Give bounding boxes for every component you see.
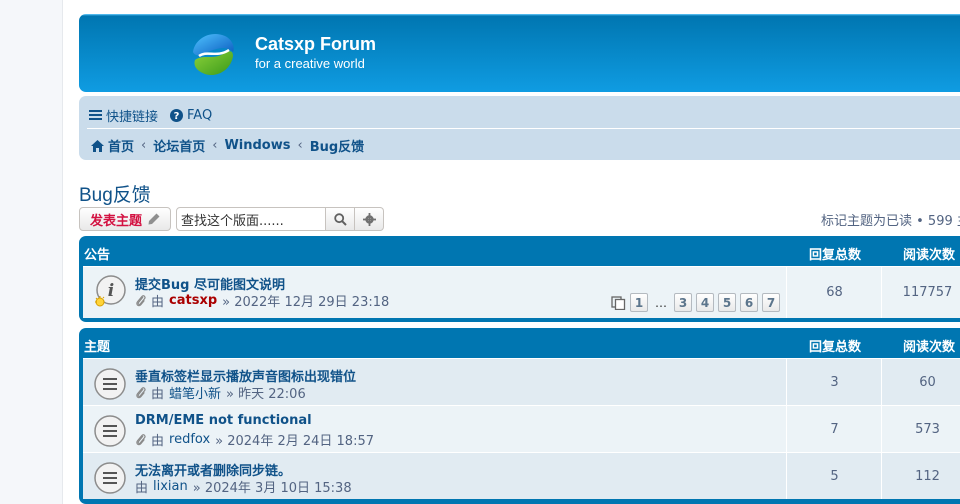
page-link[interactable]: 4	[696, 293, 714, 312]
search-icon	[333, 212, 347, 226]
by-label: 由	[135, 481, 149, 496]
topic-title-link[interactable]: DRM/EME not functional	[135, 413, 312, 428]
gear-icon	[362, 212, 376, 226]
quick-links-menu[interactable]: 快捷链接	[89, 106, 158, 125]
topic-read-icon	[94, 415, 126, 447]
new-topic-button[interactable]: 发表主题	[79, 207, 171, 231]
topic-row: DRM/EME not functional 由 redfox » 2024年 …	[83, 405, 960, 452]
hamburger-icon	[89, 110, 102, 120]
page-link[interactable]: 3	[674, 293, 692, 312]
breadcrumb-windows[interactable]: Windows	[224, 138, 290, 153]
chevron-left-icon: ‹	[297, 138, 303, 153]
svg-text:i: i	[108, 281, 114, 301]
topic-time: » 2024年 3月 10日 15:38	[192, 481, 352, 496]
replies-count: 5	[786, 453, 882, 499]
site-title[interactable]: Catsxp Forum	[255, 34, 376, 55]
topic-time: » 昨天 22:06	[226, 387, 306, 402]
replies-count: 68	[786, 267, 882, 318]
paperclip-icon	[136, 387, 146, 399]
quick-links-label: 快捷链接	[106, 109, 159, 125]
views-count: 573	[881, 406, 960, 452]
topics-panel: 主题 回复总数 阅读次数 垂直标签栏显示播放声音图标出现错位 由 蜡笔小新 » …	[79, 328, 960, 504]
chevron-left-icon: ‹	[212, 138, 218, 153]
announcement-topic-icon: i	[95, 275, 126, 307]
page-link[interactable]: 1	[630, 293, 648, 312]
topic-author-link[interactable]: lixian	[153, 479, 188, 494]
topic-meta: 由 redfox » 2024年 2月 24日 18:57	[135, 430, 374, 449]
page-wrapper: Catsxp Forum for a creative world 快捷链接 ?…	[62, 0, 960, 504]
views-column-header: 阅读次数	[903, 340, 956, 355]
topic-author-link[interactable]: catsxp	[169, 293, 217, 308]
breadcrumb: 首页 ‹ 论坛首页 ‹ Windows ‹ Bug反馈	[91, 136, 364, 155]
topic-meta: 由 lixian » 2024年 3月 10日 15:38	[135, 477, 352, 496]
replies-count: 7	[786, 406, 882, 452]
new-topic-label: 发表主题	[89, 213, 142, 229]
views-count: 60	[881, 359, 960, 405]
topic-author-link[interactable]: 蜡笔小新	[169, 383, 221, 402]
page-link[interactable]: 6	[740, 293, 758, 312]
topic-pagination: 1 … 3 4 5 6 7	[611, 293, 780, 312]
pages-icon	[611, 295, 626, 310]
topic-meta: 由 蜡笔小新 » 昨天 22:06	[135, 383, 306, 402]
search-button[interactable]	[326, 207, 355, 231]
navbar: 快捷链接 ? FAQ 首页 ‹ 论坛首页 ‹ Windows ‹ Bug反馈	[79, 96, 960, 160]
by-label: 由	[151, 295, 165, 310]
announcements-heading: 公告	[84, 248, 111, 263]
forum-search	[176, 207, 384, 231]
views-column-header: 阅读次数	[903, 248, 956, 263]
page-link[interactable]: 7	[762, 293, 780, 312]
breadcrumb-home-label: 首页	[108, 140, 135, 155]
topic-read-icon	[94, 368, 126, 400]
forum-title[interactable]: Bug反馈	[79, 180, 151, 207]
page-ellipsis: …	[655, 295, 667, 310]
topic-author-link[interactable]: redfox	[169, 432, 210, 447]
breadcrumb-board-index[interactable]: 论坛首页	[153, 136, 205, 155]
site-logo-icon[interactable]	[189, 30, 237, 78]
site-header: Catsxp Forum for a creative world	[79, 14, 960, 92]
views-count: 112	[881, 453, 960, 499]
navbar-divider	[87, 128, 960, 129]
topic-time: » 2024年 2月 24日 18:57	[215, 434, 375, 449]
mark-topics-read-link[interactable]: 标记主题为已读 • 599 主	[821, 210, 960, 229]
breadcrumb-bug-report[interactable]: Bug反馈	[310, 136, 364, 155]
pencil-icon	[148, 213, 160, 225]
site-description: for a creative world	[255, 56, 365, 71]
search-input[interactable]	[176, 207, 326, 231]
by-label: 由	[151, 434, 165, 449]
announcements-panel: 公告 回复总数 阅读次数 i 提交Bug 尽可能图文说明 由 catsxp » …	[79, 236, 960, 322]
paperclip-icon	[136, 434, 146, 446]
by-label: 由	[151, 387, 165, 402]
page-link[interactable]: 5	[718, 293, 736, 312]
breadcrumb-home[interactable]: 首页	[91, 136, 134, 155]
replies-column-header: 回复总数	[809, 248, 862, 263]
announcement-row: i 提交Bug 尽可能图文说明 由 catsxp » 2022年 12月 29日…	[83, 266, 960, 318]
question-circle-icon: ?	[170, 108, 184, 122]
topics-heading: 主题	[84, 340, 111, 355]
faq-link[interactable]: ? FAQ	[170, 108, 212, 123]
advanced-search-button[interactable]	[355, 207, 384, 231]
home-icon	[91, 139, 104, 152]
chevron-left-icon: ‹	[141, 138, 147, 153]
topic-meta: 由 catsxp » 2022年 12月 29日 23:18	[135, 291, 389, 310]
replies-count: 3	[786, 359, 882, 405]
topic-read-icon	[94, 462, 126, 494]
topic-row: 无法离开或者删除同步链。 由 lixian » 2024年 3月 10日 15:…	[83, 452, 960, 499]
announcements-header: 公告 回复总数 阅读次数	[83, 236, 960, 266]
paperclip-icon	[136, 295, 146, 307]
views-count: 117757	[881, 267, 960, 318]
replies-column-header: 回复总数	[809, 340, 862, 355]
svg-text:?: ?	[174, 111, 180, 122]
topics-header: 主题 回复总数 阅读次数	[83, 328, 960, 358]
topic-time: » 2022年 12月 29日 23:18	[222, 295, 390, 310]
topic-row: 垂直标签栏显示播放声音图标出现错位 由 蜡笔小新 » 昨天 22:06 3 60	[83, 358, 960, 405]
faq-label: FAQ	[187, 107, 213, 123]
